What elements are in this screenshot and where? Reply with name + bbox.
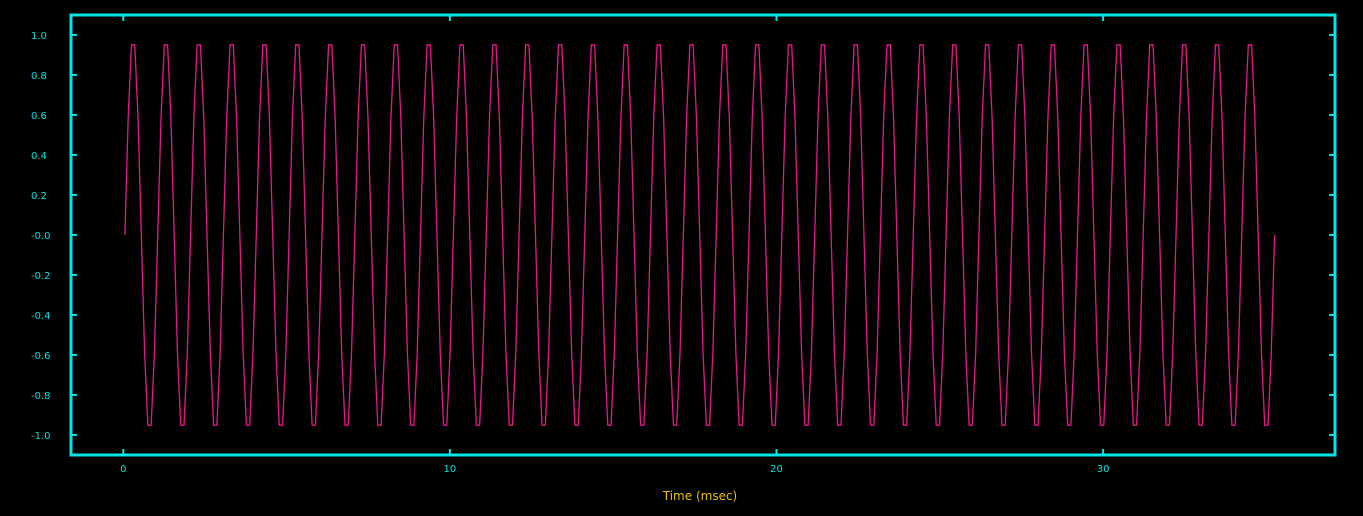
y-tick-label: 0.2 xyxy=(31,191,47,202)
y-tick-label: -0.0 xyxy=(31,231,51,242)
y-tick-label: 1.0 xyxy=(31,31,47,42)
y-tick-label: 0.6 xyxy=(31,111,47,122)
waveform-plot: 1.0 0.8 0.6 0.4 0.2 -0.0 -0.2 -0.4 -0.6 -0.8 -1.0 0… xyxy=(0,0,1363,512)
waveform-chart-svg: 1.0 0.8 0.6 0.4 0.2 -0.0 -0.2 -0.4 -0.6 -0.8 -1.0 0… xyxy=(31,13,1337,503)
series-layer xyxy=(124,44,1276,426)
x-tick-label: 20 xyxy=(770,464,783,475)
y-tick-label: -0.8 xyxy=(31,391,51,402)
y-tick-label: -0.2 xyxy=(31,271,51,282)
waveform-line xyxy=(124,44,1276,426)
y-tick-label: -1.0 xyxy=(31,431,51,442)
y-tick-label: -0.6 xyxy=(31,351,51,362)
y-tick-label: -0.4 xyxy=(31,311,51,322)
tick-labels-layer: 1.0 0.8 0.6 0.4 0.2 -0.0 -0.2 -0.4 -0.6 -0.8 -1.0 0… xyxy=(31,31,1109,475)
y-tick-label: 0.4 xyxy=(31,151,47,162)
x-tick-label: 10 xyxy=(444,464,457,475)
x-tick-label: 0 xyxy=(120,464,126,475)
x-tick-label: 30 xyxy=(1097,464,1110,475)
y-tick-label: 0.8 xyxy=(31,71,47,82)
x-axis-label: Time (msec) xyxy=(662,489,737,503)
